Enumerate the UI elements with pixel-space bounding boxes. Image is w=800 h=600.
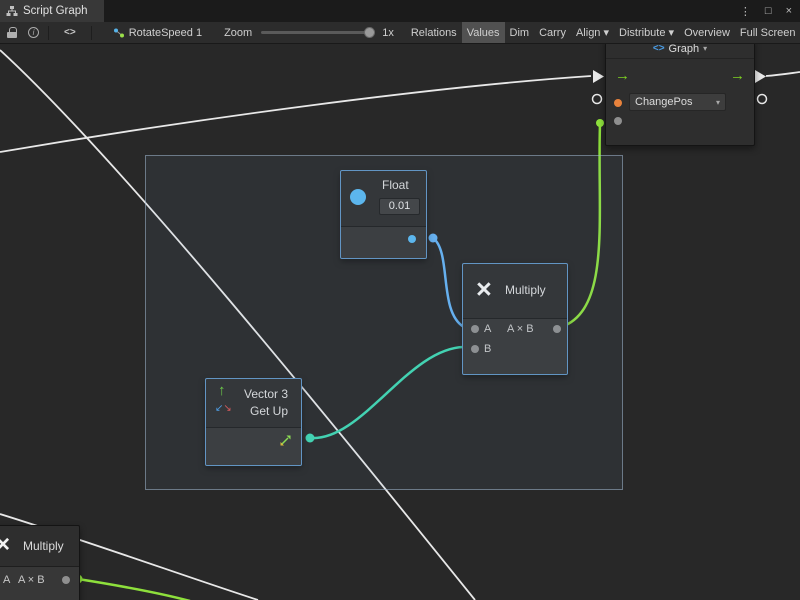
zoom-slider-track[interactable] <box>261 31 373 34</box>
toolbar-button-align[interactable]: Align ▾ <box>571 22 614 44</box>
lock-icon[interactable] <box>6 27 18 39</box>
multiply-node-partial[interactable]: × Multiply A A × B <box>0 525 80 600</box>
toolbar-button-dim[interactable]: Dim <box>505 22 535 44</box>
variable-name-dropdown[interactable]: ChangePos ▾ <box>629 93 726 111</box>
toolbar-button-overview[interactable]: Overview <box>679 22 735 44</box>
variable-scope-label[interactable]: Graph <box>669 44 700 55</box>
title-bar: Script Graph ⋮ □ × <box>0 0 800 22</box>
toolbar-button-values[interactable]: Values <box>462 22 505 44</box>
flow-arrow-right-icon[interactable] <box>755 70 766 83</box>
window-controls: ⋮ □ × <box>740 0 792 22</box>
graph-name-label: RotateSpeed 1 <box>129 27 202 39</box>
zoom-label: Zoom <box>224 27 252 39</box>
flow-port-row: → → <box>606 59 754 93</box>
port-label-a: A <box>3 570 10 590</box>
unity-script-graph-window: Script Graph ⋮ □ × i <> RotateSpeed 1 Zo… <box>0 0 800 600</box>
variable-name-value: ChangePos <box>635 96 693 108</box>
chevron-down-icon: ▾ <box>703 44 707 53</box>
toolbar-button-carry[interactable]: Carry <box>534 22 571 44</box>
toolbar-divider <box>48 26 49 40</box>
graph-breadcrumb[interactable]: RotateSpeed 1 <box>113 27 202 39</box>
script-graph-tab-icon <box>6 5 18 17</box>
graph-asset-icon <box>113 27 125 39</box>
wire-white-out-right[interactable] <box>766 72 800 76</box>
info-icon[interactable]: i <box>28 27 39 38</box>
selection-rectangle <box>145 155 623 490</box>
variable-value-port[interactable] <box>614 99 622 107</box>
set-variable-header: <> Graph ▾ <box>606 44 754 59</box>
set-variable-node[interactable]: <> Graph ▾ → → ChangePos ▾ <box>605 44 755 146</box>
flow-output-arrow-icon[interactable]: → <box>730 68 745 83</box>
flow-input-arrow-icon[interactable]: → <box>615 68 630 83</box>
toolbar-button-fullscreen[interactable]: Full Screen <box>735 22 800 44</box>
wire-bottom-multiply-out[interactable] <box>78 579 190 600</box>
graph-toolbar: i <> RotateSpeed 1 Zoom 1x Relations Val… <box>0 22 800 44</box>
toolbar-divider <box>91 26 92 40</box>
port-label-result: A × B <box>18 570 45 590</box>
toolbar-button-distribute[interactable]: Distribute ▾ <box>614 22 679 44</box>
value-port-circle-right[interactable] <box>758 95 767 104</box>
window-menu-icon[interactable]: ⋮ <box>740 5 751 18</box>
value-port-circle-left[interactable] <box>593 95 602 104</box>
toolbar-button-relations[interactable]: Relations <box>406 22 462 44</box>
variable-row: ChangePos ▾ <box>606 93 754 117</box>
close-icon[interactable]: × <box>786 5 792 17</box>
zoom-slider-knob[interactable] <box>364 27 375 38</box>
zoom-value: 1x <box>382 27 394 39</box>
wire-endpoint-changepos[interactable] <box>596 119 604 127</box>
code-view-icon[interactable]: <> <box>58 27 82 38</box>
multiply-icon: × <box>0 533 10 557</box>
multiply-partial-port-strip: A A × B <box>0 566 79 600</box>
variable-icon: <> <box>653 44 665 54</box>
graph-canvas[interactable]: <> Graph ▾ → → ChangePos ▾ Float 0.01 <box>0 44 800 600</box>
tab-title: Script Graph <box>23 5 88 17</box>
fallback-value-port[interactable] <box>614 117 622 125</box>
chevron-down-icon: ▾ <box>716 98 720 107</box>
flow-arrow-left-icon[interactable] <box>593 70 604 83</box>
maximize-icon[interactable]: □ <box>765 5 772 17</box>
script-graph-tab[interactable]: Script Graph <box>0 0 104 22</box>
node-title: Multiply <box>23 539 64 553</box>
output-port-result[interactable] <box>62 576 70 584</box>
